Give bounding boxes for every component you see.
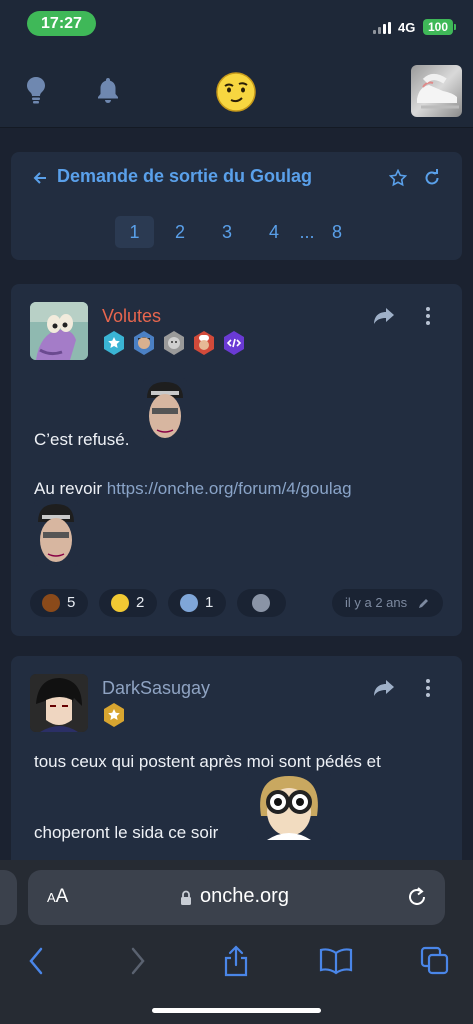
page-ellipsis: ... <box>299 222 315 242</box>
user-avatar[interactable] <box>411 65 462 117</box>
reaction-count: 1 <box>205 594 214 611</box>
sticker-emoji-icon <box>180 594 198 612</box>
tabs-icon[interactable] <box>419 945 451 977</box>
browser-toolbar <box>0 940 473 1024</box>
back-arrow-icon[interactable] <box>32 170 48 186</box>
share-icon[interactable] <box>373 307 395 325</box>
post-text-span: Au revoir <box>34 479 103 498</box>
previous-tab-edge[interactable] <box>0 870 17 925</box>
share-icon[interactable] <box>373 679 395 697</box>
add-reaction-button[interactable] <box>237 589 286 617</box>
reaction-poop[interactable]: 5 <box>30 589 88 617</box>
badge-star-icon <box>104 331 124 355</box>
lock-icon <box>181 890 191 905</box>
top-nav <box>0 50 473 128</box>
sticker-image <box>34 500 78 566</box>
browser-address-zone: AAAA onche.org <box>0 860 473 940</box>
onche-smiley-logo[interactable] <box>216 72 256 112</box>
signal-icon <box>373 22 393 34</box>
star-icon[interactable] <box>389 169 407 187</box>
post-timestamp: il y a 2 ans <box>332 589 443 617</box>
reaction-count: 2 <box>136 594 145 611</box>
reload-icon[interactable] <box>406 886 428 908</box>
badge-chef-icon <box>194 331 214 355</box>
reaction-laugh[interactable]: 2 <box>99 589 157 617</box>
add-reaction-icon <box>252 594 270 612</box>
sticker-image <box>143 378 187 442</box>
post-link[interactable]: https://onche.org/forum/4/goulag <box>107 479 352 498</box>
post-text-line: choperont le sida ce soir <box>34 823 219 842</box>
topic-title[interactable]: Demande de sortie du Goulag <box>57 166 312 187</box>
network-label: 4G <box>398 20 416 35</box>
page-2[interactable]: 2 <box>168 216 192 248</box>
post-text-line: tous ceux qui postent après moi sont péd… <box>34 752 381 771</box>
battery-icon: 100 <box>423 19 453 35</box>
battery-tip <box>454 24 456 30</box>
post-text-line: C’est refusé. <box>34 430 130 449</box>
page-8[interactable]: 8 <box>325 216 349 248</box>
crying-laughing-emoji-icon <box>111 594 129 612</box>
home-indicator <box>152 1008 321 1013</box>
reader-settings-button[interactable]: AAAA <box>47 886 68 908</box>
share-sheet-icon[interactable] <box>222 945 250 977</box>
avatar[interactable] <box>30 302 88 360</box>
timestamp-text: il y a 2 ans <box>345 595 408 610</box>
badge-gold-star-icon <box>104 703 124 727</box>
lightbulb-icon[interactable] <box>25 76 47 104</box>
topic-header-card: Demande de sortie du Goulag 1 2 3 4 ... … <box>11 152 462 260</box>
pagination: 1 2 3 4 ... 8 <box>11 216 462 248</box>
more-options-icon[interactable] <box>424 679 432 700</box>
page-3[interactable]: 3 <box>215 216 239 248</box>
badge-face-icon <box>134 331 154 355</box>
forward-icon[interactable] <box>128 945 148 977</box>
post-username[interactable]: DarkSasugay <box>102 678 210 699</box>
page-1[interactable]: 1 <box>115 216 154 248</box>
address-bar[interactable]: AAAA onche.org <box>28 870 445 925</box>
refresh-icon[interactable] <box>423 169 441 187</box>
edit-pencil-icon <box>419 599 428 608</box>
post-text-line: Au revoir https://onche.org/forum/4/goul… <box>34 479 352 499</box>
avatar-image <box>30 674 88 732</box>
post-username[interactable]: Volutes <box>102 306 161 327</box>
bookmarks-icon[interactable] <box>319 945 353 977</box>
reaction-count: 5 <box>67 594 76 611</box>
back-icon[interactable] <box>26 945 46 977</box>
avatar-image <box>30 302 88 360</box>
poop-emoji-icon <box>42 594 60 612</box>
badge-code-icon <box>224 331 244 355</box>
reaction-sticker[interactable]: 1 <box>168 589 226 617</box>
url-domain[interactable]: onche.org <box>200 885 289 908</box>
bell-icon[interactable] <box>96 76 120 104</box>
sticker-image <box>247 772 331 840</box>
more-options-icon[interactable] <box>424 307 432 328</box>
sneaker-avatar-image <box>417 74 459 109</box>
status-time: 17:27 <box>27 11 96 36</box>
page-4[interactable]: 4 <box>262 216 286 248</box>
status-bar: 17:27 4G 100 <box>0 0 473 50</box>
post-card: Volutes C’est refusé. Au revoir https://… <box>11 284 462 636</box>
badge-grey-face-icon <box>164 331 184 355</box>
avatar[interactable] <box>30 674 88 732</box>
